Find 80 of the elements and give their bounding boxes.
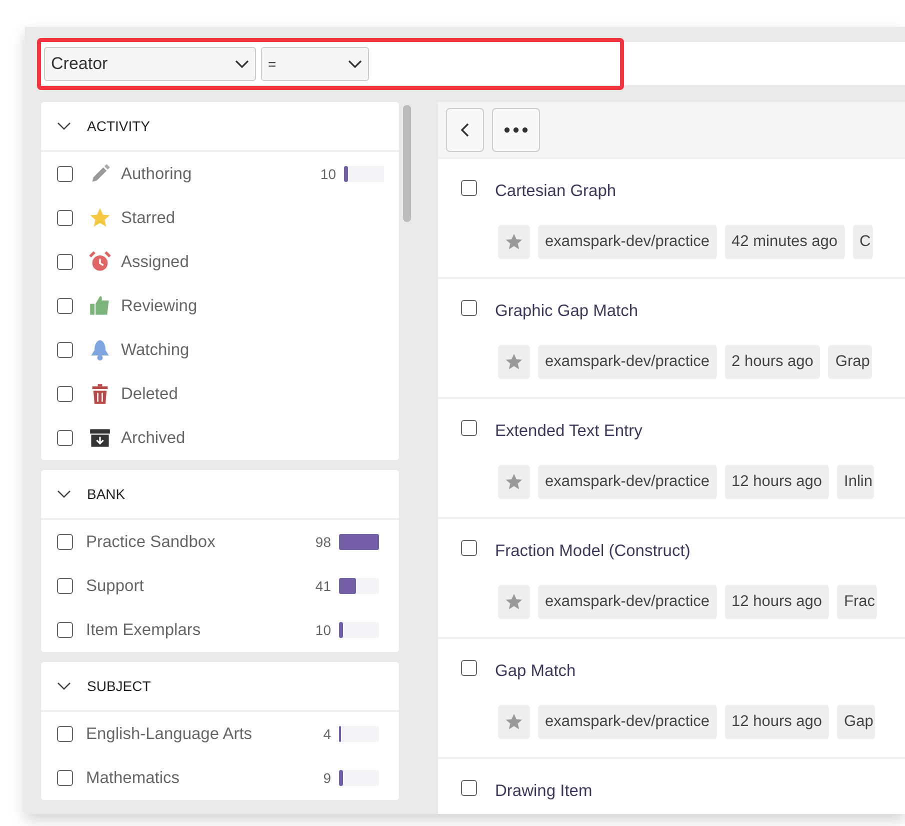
checkbox[interactable]	[461, 780, 477, 796]
checkbox[interactable]	[57, 298, 73, 314]
source-tag: examspark-dev/practice	[538, 705, 717, 739]
checkbox[interactable]	[461, 660, 477, 676]
chevron-icon[interactable]	[57, 122, 71, 130]
star-button[interactable]	[498, 465, 530, 499]
filter-option-label[interactable]: Watching	[121, 340, 296, 360]
chevron-icon[interactable]	[57, 682, 71, 690]
count-label: 10	[319, 166, 336, 182]
checkbox[interactable]	[461, 180, 477, 196]
checkbox[interactable]	[57, 254, 73, 270]
chevron-down-icon	[348, 60, 362, 68]
checkbox[interactable]	[57, 342, 73, 358]
more-button[interactable]	[492, 108, 540, 152]
type-tag: Inlin	[837, 465, 874, 499]
section-title: BANK	[87, 486, 126, 502]
time-tag: 12 hours ago	[724, 465, 830, 499]
checkbox[interactable]	[57, 622, 73, 638]
item-title[interactable]: Cartesian Graph	[495, 182, 616, 201]
filter-option-label[interactable]: Deleted	[121, 384, 296, 404]
alarm-clock-icon	[89, 251, 111, 273]
source-tag: examspark-dev/practice	[538, 465, 717, 499]
archive-box-icon	[89, 427, 111, 449]
item-title[interactable]: Gap Match	[495, 662, 576, 681]
chevron-left-icon	[461, 122, 469, 136]
field-dropdown[interactable]: Creator	[44, 46, 256, 80]
item-title[interactable]: Extended Text Entry	[495, 422, 642, 441]
filter-option-label[interactable]: Support	[86, 576, 291, 596]
filter-option-label[interactable]: Starred	[121, 208, 296, 228]
checkbox[interactable]	[461, 420, 477, 436]
checkbox[interactable]	[57, 578, 73, 594]
type-tag: C	[852, 225, 873, 259]
count-label: 98	[314, 534, 331, 550]
filter-option-label[interactable]: Archived	[121, 428, 296, 448]
star-button[interactable]	[498, 345, 530, 379]
more-dots-icon	[504, 126, 528, 132]
chevron-icon[interactable]	[57, 490, 71, 498]
item-title[interactable]: Fraction Model (Construct)	[495, 542, 690, 561]
source-tag: examspark-dev/practice	[538, 585, 717, 619]
filter-option-label[interactable]: Mathematics	[86, 768, 291, 788]
checkbox[interactable]	[57, 726, 73, 742]
star-button[interactable]	[498, 705, 530, 739]
time-tag: 12 hours ago	[724, 585, 830, 619]
time-tag: 42 minutes ago	[724, 225, 845, 259]
filter-option-label[interactable]: Practice Sandbox	[86, 532, 291, 552]
type-tag: Gap	[837, 705, 876, 739]
checkbox[interactable]	[461, 300, 477, 316]
type-tag: Grap	[828, 345, 872, 379]
checkbox[interactable]	[57, 770, 73, 786]
filter-option-label[interactable]: English-Language Arts	[86, 724, 291, 744]
time-tag: 12 hours ago	[724, 705, 830, 739]
star-button[interactable]	[498, 225, 530, 259]
time-tag: 2 hours ago	[724, 345, 820, 379]
count-label: 41	[314, 578, 331, 594]
type-tag: Frac	[837, 585, 878, 619]
section-title: ACTIVITY	[87, 118, 150, 134]
source-tag: examspark-dev/practice	[538, 225, 717, 259]
count-label: 9	[322, 770, 331, 786]
thumbs-up-icon	[89, 295, 111, 317]
checkbox[interactable]	[57, 166, 73, 182]
filter-option-label[interactable]: Assigned	[121, 252, 296, 272]
checkbox[interactable]	[57, 430, 73, 446]
checkbox[interactable]	[57, 386, 73, 402]
chevron-down-icon	[235, 60, 249, 68]
count-label: 4	[322, 726, 331, 742]
star-icon	[89, 207, 111, 229]
filter-option-label[interactable]: Reviewing	[121, 296, 296, 316]
item-title[interactable]: Drawing Item	[495, 782, 592, 801]
filter-option-label[interactable]: Item Exemplars	[86, 620, 291, 640]
checkbox[interactable]	[461, 540, 477, 556]
section-title: SUBJECT	[87, 678, 151, 694]
source-tag: examspark-dev/practice	[538, 345, 717, 379]
filter-option-label[interactable]: Authoring	[121, 164, 296, 184]
bell-icon	[89, 339, 111, 361]
count-label: 10	[314, 622, 331, 638]
star-button[interactable]	[498, 585, 530, 619]
checkbox[interactable]	[57, 534, 73, 550]
operator-dropdown[interactable]: =	[261, 46, 369, 80]
item-title[interactable]: Graphic Gap Match	[495, 302, 638, 321]
checkbox[interactable]	[57, 210, 73, 226]
